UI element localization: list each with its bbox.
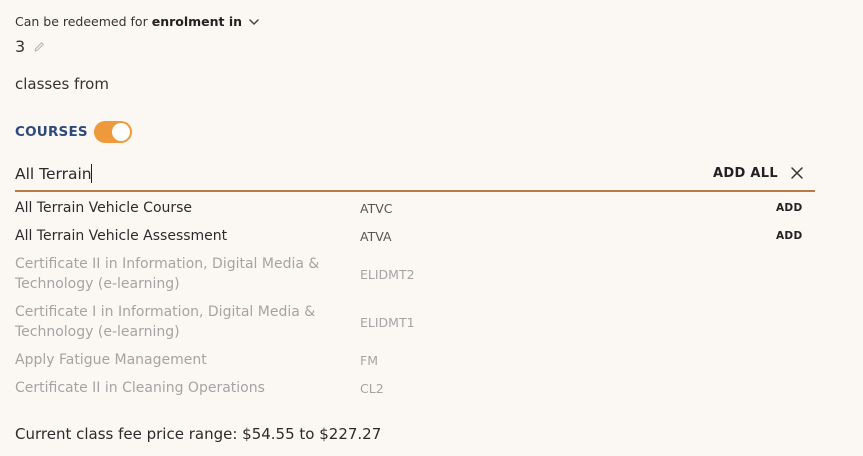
add-course-button[interactable]: ADD — [776, 202, 802, 214]
list-item: All Terrain Vehicle Assessment ATVA ADD — [15, 224, 815, 252]
redeem-prefix: Can be redeemed for — [15, 14, 148, 29]
list-item: All Terrain Vehicle Course ATVC ADD — [15, 196, 815, 224]
list-item: Apply Fatigue Management FM — [15, 348, 815, 376]
add-all-button[interactable]: ADD ALL — [713, 166, 778, 181]
toggle-knob — [111, 123, 130, 141]
redeem-type-value[interactable]: enrolment in — [152, 14, 242, 29]
voucher-redemption-panel: Can be redeemed for enrolment in 3 class… — [0, 0, 863, 456]
class-count: 3 — [15, 37, 45, 56]
search-input[interactable] — [15, 162, 655, 186]
redeem-type-selector[interactable]: Can be redeemed for enrolment in — [15, 14, 260, 29]
class-count-value: 3 — [15, 37, 26, 56]
search-results-list: All Terrain Vehicle Course ATVC ADD All … — [15, 196, 815, 404]
course-name: Apply Fatigue Management — [15, 352, 207, 368]
courses-toggle[interactable] — [93, 121, 132, 143]
add-course-button[interactable]: ADD — [776, 230, 802, 242]
course-code: ELIDMT2 — [360, 267, 415, 282]
text-caret — [91, 164, 92, 183]
list-item: Certificate II in Cleaning Operations CL… — [15, 376, 815, 404]
chevron-down-icon[interactable] — [248, 16, 260, 28]
courses-label: COURSES — [15, 124, 88, 140]
course-code: ATVA — [360, 229, 392, 244]
course-code: ATVC — [360, 201, 393, 216]
course-name: Certificate II in Cleaning Operations — [15, 380, 265, 396]
course-code: CL2 — [360, 381, 384, 396]
course-code: FM — [360, 353, 378, 368]
course-code: ELIDMT1 — [360, 315, 415, 330]
course-name: All Terrain Vehicle Assessment — [15, 228, 228, 244]
courses-toggle-row: COURSES — [15, 121, 132, 143]
pencil-icon[interactable] — [33, 41, 45, 53]
fee-range-text: Current class fee price range: $54.55 to… — [15, 425, 382, 443]
classes-from-label: classes from — [15, 75, 109, 93]
list-item: Certificate II in Information, Digital M… — [15, 252, 815, 300]
course-name: All Terrain Vehicle Course — [15, 200, 193, 216]
course-name: Certificate I in Information, Digital Me… — [15, 304, 316, 340]
course-search: ADD ALL — [15, 160, 815, 192]
course-name: Certificate II in Information, Digital M… — [15, 256, 320, 292]
list-item: Certificate I in Information, Digital Me… — [15, 300, 815, 348]
close-icon[interactable] — [790, 166, 804, 180]
